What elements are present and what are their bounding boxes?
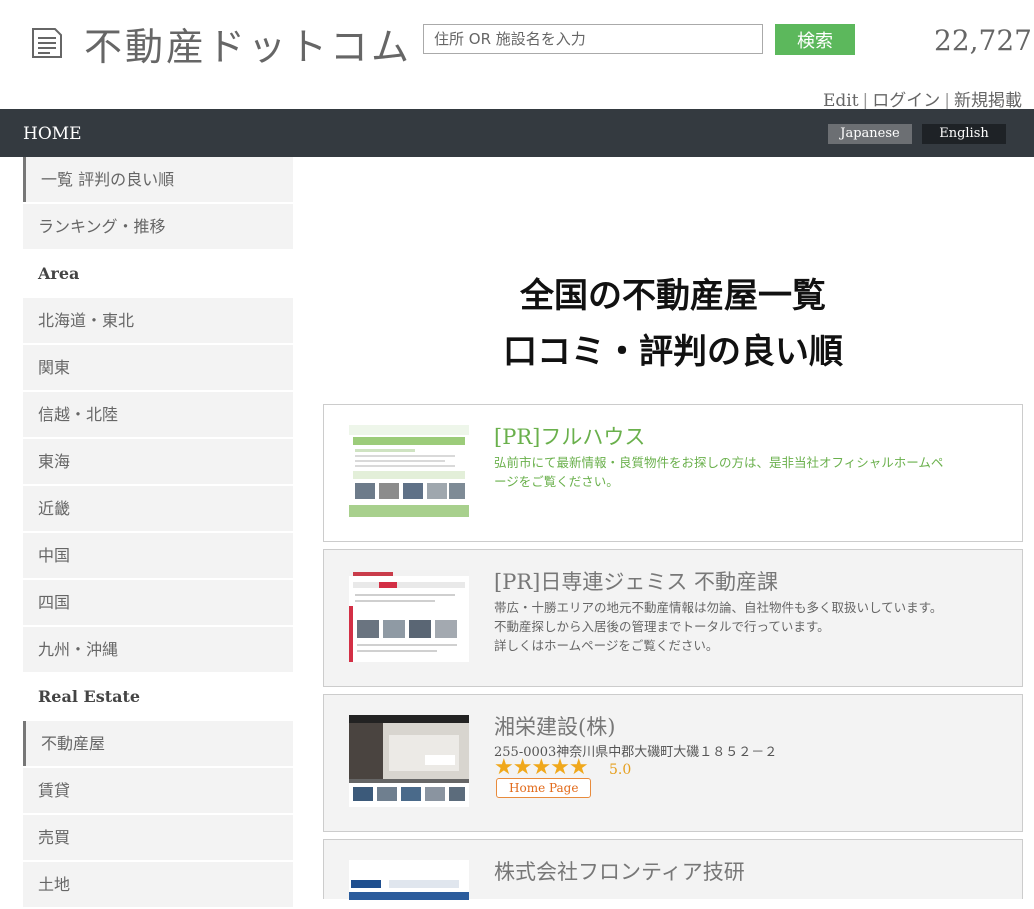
sidebar-item-area[interactable]: 中国 — [23, 533, 293, 578]
rating-value: 5.0 — [609, 762, 632, 778]
sidebar-item-ranking[interactable]: ランキング・推移 — [23, 204, 293, 249]
homepage-button[interactable]: Home Page — [496, 778, 592, 798]
listing-name[interactable]: 株式会社フロンティア技研 — [494, 856, 745, 886]
sidebar-item-area[interactable]: 近畿 — [23, 486, 293, 531]
language-japanese-button[interactable]: Japanese — [828, 124, 912, 144]
search-button[interactable]: 検索 — [775, 24, 855, 55]
sidebar-item-area[interactable]: 信越・北陸 — [23, 392, 293, 437]
listing-description-line: 詳しくはホームページをご覧ください。 — [494, 638, 719, 653]
sidebar-item-category[interactable]: 不動産屋 — [23, 721, 293, 766]
search-input[interactable] — [423, 24, 763, 54]
listing-description: 弘前市にて最新情報・良質物件をお探しの方は、是非当社オフィシャルホームページをご… — [494, 455, 944, 489]
listing-description-line: 不動産探しから入居後の管理までトータルで行っています。 — [494, 619, 830, 634]
listing-description: 帯広・十勝エリアの地元不動産情報は勿論、自社物件も多く取扱いしています。 不動産… — [494, 598, 944, 655]
listing-card[interactable]: [PR]フルハウス 弘前市にて最新情報・良質物件をお探しの方は、是非当社オフィシ… — [323, 404, 1023, 542]
listing-thumbnail[interactable] — [349, 715, 469, 807]
sidebar-item-area[interactable]: 四国 — [23, 580, 293, 625]
sidebar-heading-area: Area — [23, 251, 293, 296]
listing-name[interactable]: [PR]フルハウス — [494, 421, 645, 451]
listing-thumbnail[interactable] — [349, 860, 469, 900]
sidebar-item-area[interactable]: 北海道・東北 — [23, 298, 293, 343]
sidebar-item-list-by-reputation[interactable]: 一覧 評判の良い順 — [23, 157, 293, 202]
listing-name[interactable]: [PR]日専連ジェミス 不動産課 — [494, 566, 778, 596]
page-title-line2: 口コミ・評判の良い順 — [503, 332, 843, 372]
listing-description-line: 帯広・十勝エリアの地元不動産情報は勿論、自社物件も多く取扱いしています。 — [494, 600, 943, 615]
sidebar-item-area[interactable]: 九州・沖縄 — [23, 627, 293, 672]
page-title: 全国の不動産屋一覧 口コミ・評判の良い順 — [323, 268, 1023, 380]
visitor-count: 22,727 — [934, 24, 1032, 57]
navbar: HOME Japanese English — [0, 109, 1034, 157]
edit-link[interactable]: Edit — [823, 91, 859, 111]
sidebar-heading-real-estate: Real Estate — [23, 674, 293, 719]
star-rating-icon: ★★★★★ — [494, 755, 589, 780]
login-link[interactable]: ログイン — [872, 91, 940, 111]
sidebar-item-area[interactable]: 東海 — [23, 439, 293, 484]
listing-card[interactable]: 株式会社フロンティア技研 — [323, 839, 1023, 900]
listing-card[interactable]: 湘栄建設(株) 255-0003神奈川県中郡大磯町大磯１８５２－２ ★★★★★ … — [323, 694, 1023, 832]
document-icon — [32, 28, 62, 58]
listing-card[interactable]: [PR]日専連ジェミス 不動産課 帯広・十勝エリアの地元不動産情報は勿論、自社物… — [323, 549, 1023, 687]
page-title-line1: 全国の不動産屋一覧 — [520, 276, 826, 316]
nav-home-link[interactable]: HOME — [23, 124, 82, 144]
listing-thumbnail[interactable] — [349, 570, 469, 662]
listing-thumbnail[interactable] — [349, 425, 469, 517]
sidebar-item-category[interactable]: 売買 — [23, 815, 293, 860]
sidebar: 一覧 評判の良い順 ランキング・推移 Area 北海道・東北 関東 信越・北陸 … — [23, 157, 293, 909]
top-links: Edit | ログイン | 新規掲載 — [822, 91, 1022, 111]
sidebar-item-area[interactable]: 関東 — [23, 345, 293, 390]
sidebar-item-category[interactable]: 賃貸 — [23, 768, 293, 813]
listing-name[interactable]: 湘栄建設(株) — [494, 711, 615, 741]
register-link[interactable]: 新規掲載 — [954, 91, 1022, 111]
site-title[interactable]: 不動産ドットコム — [84, 16, 412, 71]
language-english-button[interactable]: English — [922, 124, 1006, 144]
